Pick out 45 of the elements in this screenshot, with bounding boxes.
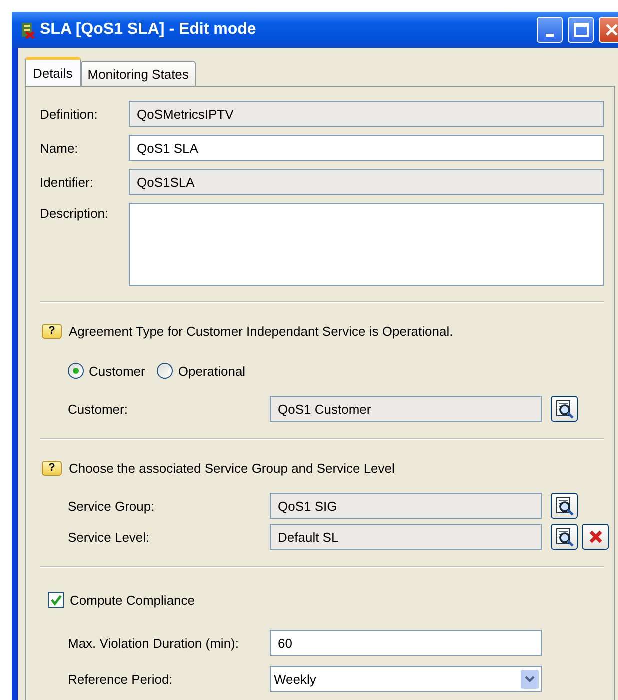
lookup-button[interactable] — [551, 524, 578, 550]
input-field[interactable]: QoS1 SLA — [129, 135, 604, 161]
search-icon — [555, 496, 574, 516]
help-icon: ? — [42, 460, 62, 476]
help-icon: ? — [42, 324, 62, 338]
input-field: Default SL — [270, 524, 542, 550]
field-label: Description: — [40, 205, 110, 221]
close-button[interactable] — [599, 17, 618, 43]
field-label: Identifier: — [40, 174, 94, 190]
lookup-button[interactable] — [551, 396, 578, 422]
radio-button[interactable]: Customer — [68, 363, 146, 379]
input-field: QoS1SLA — [129, 169, 604, 195]
input-field: QoS1 SIG — [270, 493, 542, 519]
search-icon — [555, 527, 574, 547]
delete-icon — [588, 529, 604, 545]
search-icon — [555, 399, 574, 419]
field-label: Reference Period: — [68, 672, 174, 686]
field-label: Max. Violation Duration (min): — [68, 636, 240, 650]
input-field: QoS1 Customer — [270, 396, 542, 422]
dropdown[interactable]: Weekly — [270, 666, 542, 692]
field-label: Service Level: — [68, 530, 151, 544]
input-field: QoSMetricsIPTV — [129, 101, 604, 127]
lookup-button[interactable] — [551, 493, 578, 519]
field-label: Service Group: — [68, 498, 156, 514]
chevron-down-icon — [521, 670, 539, 688]
window-title: SLA [QoS1 SLA] - Edit mode — [40, 21, 256, 39]
tab[interactable]: Details — [25, 57, 81, 86]
text-area[interactable] — [129, 203, 604, 286]
minimize-button[interactable] — [537, 17, 563, 43]
field-label: Definition: — [40, 106, 99, 122]
radio-button[interactable]: Operational — [157, 363, 246, 379]
maximize-button[interactable] — [568, 17, 594, 43]
maximize-icon — [574, 23, 588, 37]
hint-text: Choose the associated Service Group and Service Level — [69, 460, 395, 476]
checkmark-icon — [50, 594, 62, 606]
close-icon — [605, 23, 618, 37]
clear-button[interactable] — [582, 524, 609, 550]
input-field[interactable]: 60 — [270, 630, 542, 656]
tab[interactable]: Monitoring States — [80, 61, 196, 86]
checkbox[interactable]: Compute Compliance — [48, 591, 196, 609]
field-label: Name: — [40, 140, 80, 156]
field-label: Customer: — [68, 402, 129, 416]
app-icon — [20, 22, 36, 38]
hint-text: Agreement Type for Customer Independant Service is Operational. — [69, 324, 454, 338]
minimize-icon — [546, 34, 554, 37]
